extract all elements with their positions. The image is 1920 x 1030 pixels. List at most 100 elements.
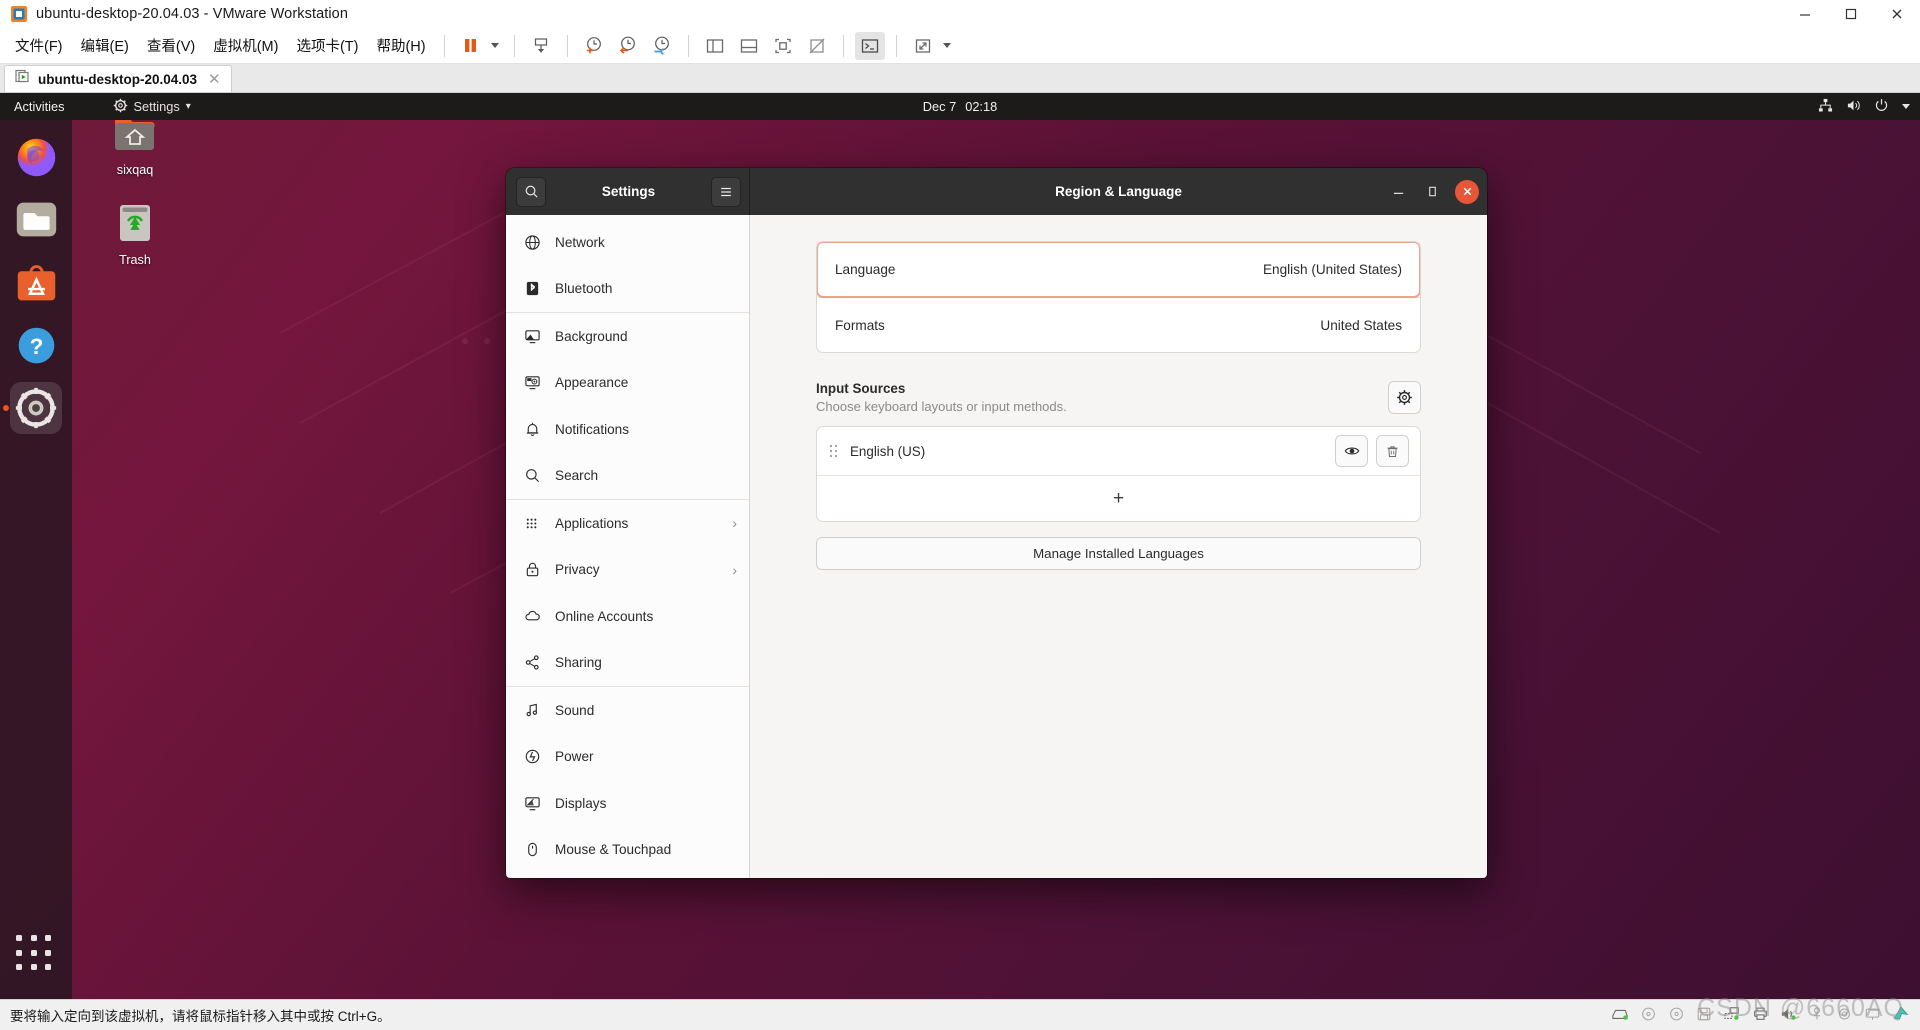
cd-drive-2-icon[interactable] xyxy=(1668,1006,1685,1025)
snapshot-manager-icon[interactable] xyxy=(647,32,677,60)
language-formats-card: Language English (United States) Formats… xyxy=(816,241,1421,353)
input-source-row[interactable]: English (US) xyxy=(817,427,1420,475)
sidebar-item-background[interactable]: Background xyxy=(506,313,749,360)
show-thumbnail-icon[interactable] xyxy=(768,32,798,60)
menu-help[interactable]: 帮助(H) xyxy=(367,30,434,61)
camera-icon[interactable] xyxy=(1836,1006,1853,1025)
show-bottom-pane-icon[interactable] xyxy=(734,32,764,60)
vm-tab[interactable]: ubuntu-desktop-20.04.03 ✕ xyxy=(4,65,232,92)
dock-item-help[interactable]: ? xyxy=(10,319,62,371)
sidebar-item-displays[interactable]: Displays xyxy=(506,780,749,827)
sidebar-item-search[interactable]: Search xyxy=(506,453,749,500)
trash-icon[interactable] xyxy=(1376,435,1409,467)
guest-screen: Activities Settings ▾ Dec 7 02:18 ? sixq… xyxy=(0,93,1920,999)
caret-down-icon: ▾ xyxy=(185,101,191,112)
desktop-icon-trash[interactable]: Trash xyxy=(92,201,178,267)
sidebar-item-label: Appearance xyxy=(555,375,629,391)
sidebar-item-label: Displays xyxy=(555,795,607,811)
snapshot-take-icon[interactable] xyxy=(579,32,609,60)
clock-time: 02:18 xyxy=(965,99,998,114)
send-ctrl-alt-del-icon[interactable] xyxy=(526,32,556,60)
vmware-window-controls xyxy=(1782,0,1920,28)
printer-icon[interactable] xyxy=(1752,1006,1769,1025)
floppy-icon[interactable] xyxy=(1696,1006,1712,1025)
settings-sidebar[interactable]: Network Bluetooth Background Appearance … xyxy=(506,215,750,878)
network-adapter-icon[interactable] xyxy=(1723,1006,1741,1025)
fullscreen-icon[interactable] xyxy=(908,32,938,60)
chevron-right-icon: › xyxy=(732,515,737,532)
settings-body: Network Bluetooth Background Appearance … xyxy=(506,215,1487,878)
menu-tabs[interactable]: 选项卡(T) xyxy=(287,30,367,61)
running-indicator-dot xyxy=(3,405,9,411)
dock-item-firefox[interactable] xyxy=(10,130,62,182)
usb-icon[interactable] xyxy=(1809,1006,1825,1025)
drag-handle-icon[interactable] xyxy=(829,443,838,459)
sidebar-item-online-accounts[interactable]: Online Accounts xyxy=(506,593,749,640)
show-sidebar-icon[interactable] xyxy=(700,32,730,60)
clock[interactable]: Dec 7 02:18 xyxy=(923,99,997,114)
dock-item-settings[interactable] xyxy=(3,382,62,434)
language-row-value: English (United States) xyxy=(1262,262,1402,277)
mouse-icon xyxy=(523,841,541,859)
sidebar-item-applications[interactable]: Applications › xyxy=(506,500,749,547)
hard-disk-icon[interactable] xyxy=(1611,1006,1629,1025)
network-icon xyxy=(1818,98,1833,116)
desktop-icon-home[interactable]: sixqaq xyxy=(92,113,178,177)
sound-icon[interactable] xyxy=(1780,1006,1798,1025)
eye-icon[interactable] xyxy=(1335,435,1368,467)
menu-file[interactable]: 文件(F) xyxy=(6,30,72,61)
desktop-icon-home-label: sixqaq xyxy=(116,163,154,177)
vmware-minimize-button[interactable] xyxy=(1782,0,1828,28)
sidebar-item-power[interactable]: Power xyxy=(506,734,749,781)
sidebar-item-notifications[interactable]: Notifications xyxy=(506,406,749,453)
pause-icon[interactable] xyxy=(456,32,486,60)
sidebar-item-privacy[interactable]: Privacy › xyxy=(506,547,749,594)
sidebar-item-appearance[interactable]: Appearance xyxy=(506,360,749,407)
menu-vm[interactable]: 虚拟机(M) xyxy=(204,30,287,61)
settings-close-button[interactable] xyxy=(1455,179,1479,204)
add-input-source-button[interactable]: + xyxy=(817,475,1420,521)
sidebar-item-sound[interactable]: Sound xyxy=(506,687,749,734)
sidebar-item-keyboard-shortcuts[interactable]: Keyboard Shortcuts xyxy=(506,873,749,878)
vmware-maximize-button[interactable] xyxy=(1828,0,1874,28)
settings-minimize-button[interactable] xyxy=(1387,181,1409,203)
input-sources-settings-gear-icon[interactable] xyxy=(1388,381,1421,414)
sidebar-item-label: Applications xyxy=(555,515,629,531)
system-status-area[interactable] xyxy=(1818,98,1910,116)
fullscreen-caret-icon[interactable] xyxy=(942,43,951,48)
cd-drive-icon[interactable] xyxy=(1640,1006,1657,1025)
menu-edit[interactable]: 编辑(E) xyxy=(72,30,138,61)
search-icon[interactable] xyxy=(516,176,546,207)
mouse-icon[interactable] xyxy=(1892,1005,1910,1025)
vmware-status-text: 要将输入定向到该虚拟机，请将鼠标指针移入其中或按 Ctrl+G。 xyxy=(10,1009,391,1024)
vmware-tabstrip: ubuntu-desktop-20.04.03 ✕ xyxy=(0,64,1920,93)
dock-item-files[interactable] xyxy=(10,193,62,245)
sidebar-item-mouse-touchpad[interactable]: Mouse & Touchpad xyxy=(506,827,749,874)
formats-row[interactable]: Formats United States xyxy=(817,297,1420,352)
activities-button[interactable]: Activities xyxy=(0,99,75,114)
show-applications-button[interactable] xyxy=(16,935,56,975)
language-row-label: Language xyxy=(835,262,896,277)
console-icon[interactable] xyxy=(854,31,885,60)
sidebar-item-label: Notifications xyxy=(555,421,630,437)
display-icon[interactable] xyxy=(1864,1006,1881,1025)
sidebar-item-network[interactable]: Network xyxy=(506,219,749,266)
sidebar-item-bluetooth[interactable]: Bluetooth xyxy=(506,266,749,313)
language-row[interactable]: Language English (United States) xyxy=(817,242,1420,298)
vm-tab-close-icon[interactable]: ✕ xyxy=(204,70,225,88)
hamburger-menu-icon[interactable] xyxy=(711,176,741,207)
settings-maximize-button[interactable] xyxy=(1421,181,1443,203)
sidebar-item-sharing[interactable]: Sharing xyxy=(506,640,749,687)
vmware-close-button[interactable] xyxy=(1874,0,1920,28)
grid-dots-icon xyxy=(523,514,541,532)
hide-thumbnail-icon[interactable] xyxy=(802,32,832,60)
cloud-icon xyxy=(523,607,541,625)
globe-icon xyxy=(523,233,541,251)
app-menu-button[interactable]: Settings ▾ xyxy=(103,98,201,116)
dock-item-software[interactable] xyxy=(10,256,62,308)
dropdown-caret-icon[interactable] xyxy=(490,43,499,48)
appearance-icon xyxy=(523,374,541,392)
menu-view[interactable]: 查看(V) xyxy=(138,30,204,61)
manage-installed-languages-button[interactable]: Manage Installed Languages xyxy=(816,537,1421,570)
snapshot-revert-icon[interactable] xyxy=(613,32,643,60)
